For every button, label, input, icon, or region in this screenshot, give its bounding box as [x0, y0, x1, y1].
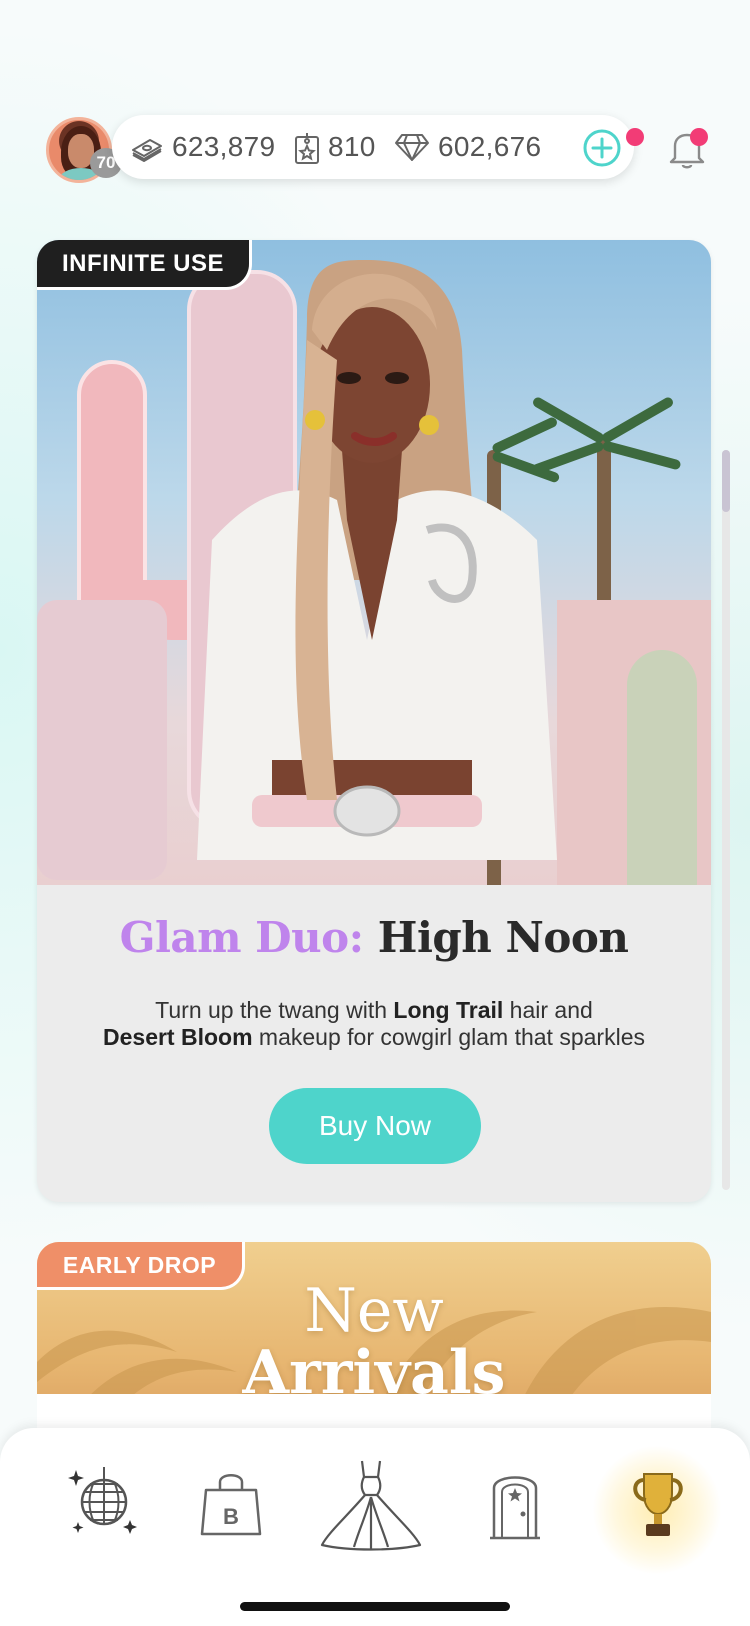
infinite-use-tag: INFINITE USE — [37, 240, 252, 290]
ticket-currency[interactable]: 810 — [294, 115, 376, 179]
nav-dress-up[interactable] — [318, 1455, 424, 1551]
boutique-letter: B — [223, 1504, 239, 1529]
diamond-icon — [395, 134, 429, 161]
currency-notification-dot — [626, 128, 644, 146]
shopping-bag-icon: B — [200, 1474, 262, 1536]
nav-competitions[interactable] — [630, 1468, 686, 1540]
scrollbar-thumb[interactable] — [722, 450, 730, 512]
promo-card[interactable]: INFINITE USE Glam Duo: High Noon Turn up… — [37, 240, 711, 1202]
promo-title-highlight: Glam Duo: — [119, 913, 365, 962]
ticket-icon — [295, 133, 319, 164]
currency-bar[interactable]: 623,879 810 602,676 — [112, 115, 634, 179]
trophy-icon — [633, 1473, 683, 1536]
promo-desc-bold: Desert Bloom — [103, 1024, 253, 1050]
cash-icon — [132, 139, 162, 162]
promo-desc-part: makeup for cowgirl glam that sparkles — [252, 1024, 645, 1050]
promo-title: Glam Duo: High Noon — [37, 913, 711, 962]
promo-desc-part: Turn up the twang with — [155, 997, 394, 1023]
add-currency-button[interactable] — [582, 128, 622, 168]
buy-now-button[interactable]: Buy Now — [269, 1088, 481, 1164]
home-indicator[interactable] — [240, 1602, 510, 1611]
promo-title-rest: High Noon — [363, 913, 629, 962]
plus-circle-icon — [583, 129, 621, 167]
nav-closet[interactable] — [490, 1468, 540, 1540]
gown-icon — [320, 1460, 422, 1551]
early-drop-tag: EARLY DROP — [37, 1242, 245, 1290]
model-illustration — [197, 260, 557, 860]
promo-desc-bold: Long Trail — [393, 997, 504, 1023]
nav-boutique[interactable]: B — [198, 1468, 264, 1538]
cash-currency[interactable]: 623,879 — [130, 115, 275, 179]
new-arrivals-title: New Arrivals — [37, 1280, 711, 1404]
promo-image: INFINITE USE — [37, 240, 711, 885]
promo-desc-part: hair and — [503, 997, 593, 1023]
gem-amount: 602,676 — [438, 131, 542, 162]
nav-events[interactable] — [66, 1462, 142, 1538]
gem-currency[interactable]: 602,676 — [394, 115, 541, 179]
cash-amount: 623,879 — [172, 131, 276, 162]
bell-notification-dot — [690, 128, 708, 146]
disco-ball-icon — [68, 1467, 137, 1534]
ticket-amount: 810 — [328, 131, 376, 162]
door-star-icon — [490, 1476, 540, 1540]
scrollbar-track[interactable] — [722, 450, 730, 1190]
promo-description: Turn up the twang with Long Trail hair a… — [37, 997, 711, 1051]
